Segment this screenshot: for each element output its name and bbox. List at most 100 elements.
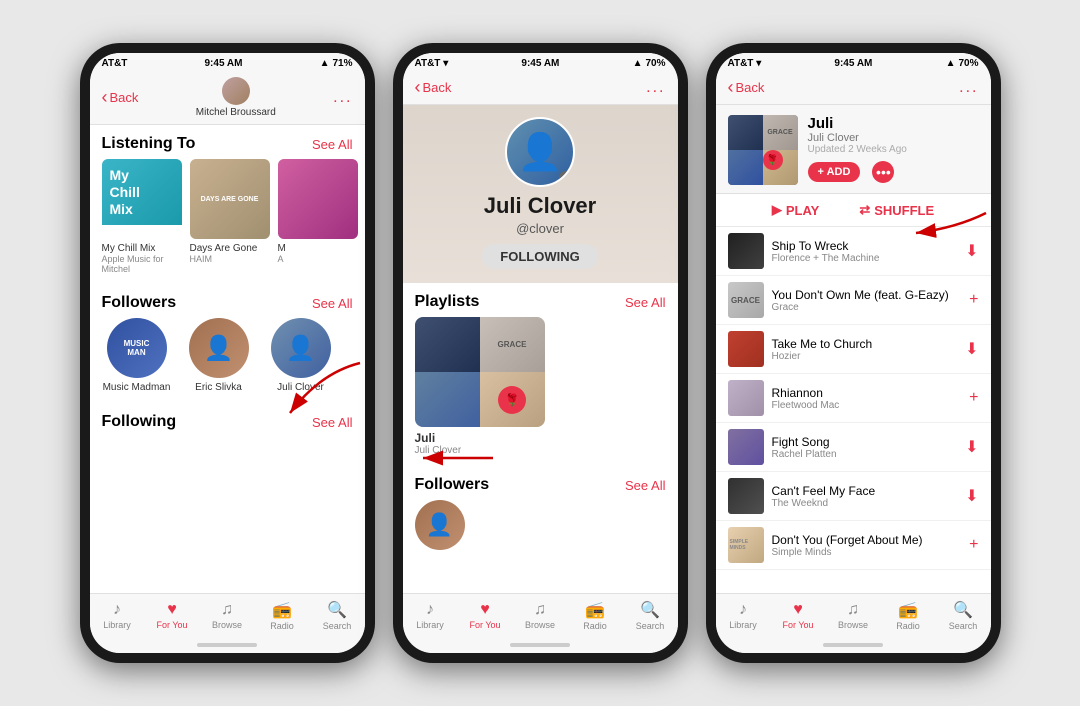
more-button-3[interactable]: ... bbox=[959, 79, 978, 97]
tab-library-2[interactable]: ♪ Library bbox=[403, 601, 458, 630]
followers-see-all[interactable]: See All bbox=[312, 296, 352, 311]
browse-icon-1: ♫ bbox=[221, 601, 233, 619]
album-item-chill[interactable]: MyChillMix My Chill Mix Apple Music for … bbox=[102, 159, 182, 274]
tab-radio-2[interactable]: 📻 Radio bbox=[568, 600, 623, 631]
track-action-2[interactable]: + bbox=[969, 291, 978, 309]
listening-to-label: Listening To bbox=[102, 135, 196, 153]
track-name-6: Can't Feel My Face bbox=[772, 484, 958, 498]
carrier-2: AT&T ▾ bbox=[415, 58, 449, 69]
track-item-7[interactable]: SIMPLE MINDS Don't You (Forget About Me)… bbox=[716, 521, 991, 570]
nav-bar-3: Back ... bbox=[716, 73, 991, 105]
listening-to-see-all[interactable]: See All bbox=[312, 137, 352, 152]
album-artist-3: A bbox=[278, 254, 358, 264]
album-artist-chill: Apple Music for Mitchel bbox=[102, 254, 182, 274]
p3t4: 🌹 bbox=[763, 150, 798, 185]
album-art-chill: MyChillMix bbox=[102, 159, 182, 239]
track-item-6[interactable]: Can't Feel My Face The Weeknd ⬇ bbox=[716, 472, 991, 521]
browse-icon-3: ♫ bbox=[847, 601, 859, 619]
following-button-2[interactable]: FOLLOWING bbox=[482, 244, 597, 269]
track-action-4[interactable]: + bbox=[969, 389, 978, 407]
tab-library-1[interactable]: ♪ Library bbox=[90, 601, 145, 630]
track-item-1[interactable]: Ship To Wreck Florence + The Machine ⬇ bbox=[716, 227, 991, 276]
followers-see-all-2[interactable]: See All bbox=[625, 478, 665, 493]
tab-foryou-3[interactable]: ♥ For You bbox=[771, 601, 826, 630]
pc3 bbox=[415, 372, 480, 427]
album-item-haim[interactable]: DAYS ARE GONE Days Are Gone HAIM bbox=[190, 159, 270, 274]
phone-1: AT&T 9:45 AM ▲ 71% Back Mitchel Broussar… bbox=[80, 43, 375, 663]
back-button-1[interactable]: Back bbox=[102, 87, 139, 108]
fleetwood-logo: 🌹 bbox=[498, 386, 526, 414]
album-art-3 bbox=[278, 159, 358, 239]
track-artist-3: Hozier bbox=[772, 351, 958, 362]
track-item-4[interactable]: Rhiannon Fleetwood Mac + bbox=[716, 374, 991, 423]
follower-juli[interactable]: 👤 Juli Clover bbox=[266, 318, 336, 393]
track-thumb-2: GRACE bbox=[728, 282, 764, 318]
play-button-3[interactable]: ▶ PLAY bbox=[772, 202, 819, 218]
follower-eric[interactable]: 👤 Eric Slivka bbox=[184, 318, 254, 393]
add-button-3[interactable]: + ADD bbox=[808, 162, 861, 182]
profile-hero-2: 👤 🔒 Juli Clover @clover FOLLOWING bbox=[403, 105, 678, 283]
track-name-3: Take Me to Church bbox=[772, 337, 958, 351]
playlist-updated-3: Updated 2 Weeks Ago bbox=[808, 144, 979, 155]
status-bar-1: AT&T 9:45 AM ▲ 71% bbox=[90, 53, 365, 73]
tab-browse-1[interactable]: ♫ Browse bbox=[200, 601, 255, 630]
radio-label-3: Radio bbox=[896, 621, 920, 631]
tab-foryou-1[interactable]: ♥ For You bbox=[145, 601, 200, 630]
tab-browse-2[interactable]: ♫ Browse bbox=[513, 601, 568, 630]
back-button-3[interactable]: Back bbox=[728, 77, 765, 98]
back-button-2[interactable]: Back bbox=[415, 77, 452, 98]
track-item-5[interactable]: Fight Song Rachel Platten ⬇ bbox=[716, 423, 991, 472]
tab-radio-3[interactable]: 📻 Radio bbox=[881, 600, 936, 631]
track-name-4: Rhiannon bbox=[772, 386, 962, 400]
shuffle-button-3[interactable]: ⇄ SHUFFLE bbox=[859, 202, 934, 218]
wifi-icon-3: ▲ bbox=[946, 58, 956, 69]
profile-handle-2: @clover bbox=[516, 221, 564, 236]
more-button-1[interactable]: ... bbox=[333, 89, 352, 107]
playlist-card-juli[interactable]: GRACE 🌹 bbox=[415, 317, 545, 427]
tab-library-3[interactable]: ♪ Library bbox=[716, 601, 771, 630]
track-item-2[interactable]: GRACE You Don't Own Me (feat. G-Eazy) Gr… bbox=[716, 276, 991, 325]
search-label-1: Search bbox=[323, 621, 352, 631]
track-action-1[interactable]: ⬇ bbox=[965, 241, 978, 261]
track-action-5[interactable]: ⬇ bbox=[965, 437, 978, 457]
more-button-2[interactable]: ... bbox=[646, 79, 665, 97]
tab-search-2[interactable]: 🔍 Search bbox=[623, 600, 678, 631]
tab-search-1[interactable]: 🔍 Search bbox=[310, 600, 365, 631]
home-bar-2 bbox=[510, 643, 570, 647]
foryou-icon-3: ♥ bbox=[793, 601, 803, 619]
status-right-3: ▲ 70% bbox=[946, 58, 979, 69]
library-icon-1: ♪ bbox=[113, 601, 121, 619]
track-info-7: Don't You (Forget About Me) Simple Minds bbox=[772, 533, 962, 558]
track-action-6[interactable]: ⬇ bbox=[965, 486, 978, 506]
tab-radio-1[interactable]: 📻 Radio bbox=[255, 600, 310, 631]
followers-header: Followers See All bbox=[90, 284, 365, 318]
phone-2-shell: AT&T ▾ 9:45 AM ▲ 70% Back ... 👤 🔒 bbox=[393, 43, 688, 663]
tab-browse-3[interactable]: ♫ Browse bbox=[826, 601, 881, 630]
playlist-more-button-3[interactable]: ••• bbox=[872, 161, 894, 183]
nav-bar-1: Back Mitchel Broussard ... bbox=[90, 73, 365, 125]
followers-header-2: Followers See All bbox=[403, 466, 678, 500]
track-action-7[interactable]: + bbox=[969, 536, 978, 554]
followers-label-2: Followers bbox=[415, 476, 490, 494]
track-thumb-1 bbox=[728, 233, 764, 269]
radio-icon-1: 📻 bbox=[272, 600, 292, 620]
nav-avatar-1 bbox=[222, 77, 250, 105]
following-see-all[interactable]: See All bbox=[312, 415, 352, 430]
home-indicator-2 bbox=[403, 637, 678, 653]
album-item-3[interactable]: M A bbox=[278, 159, 358, 274]
battery-2: 70% bbox=[645, 58, 665, 69]
follower-name-eric: Eric Slivka bbox=[195, 382, 242, 393]
following-header: Following See All bbox=[90, 403, 365, 437]
track-item-3[interactable]: Take Me to Church Hozier ⬇ bbox=[716, 325, 991, 374]
track-action-3[interactable]: ⬇ bbox=[965, 339, 978, 359]
album-name-chill: My Chill Mix bbox=[102, 243, 182, 254]
tab-foryou-2[interactable]: ♥ For You bbox=[458, 601, 513, 630]
phone-2-screen: AT&T ▾ 9:45 AM ▲ 70% Back ... 👤 🔒 bbox=[403, 53, 678, 653]
follower-music-madman[interactable]: MUSICMAN Music Madman bbox=[102, 318, 172, 393]
profile-name-2: Juli Clover bbox=[484, 193, 596, 219]
tab-search-3[interactable]: 🔍 Search bbox=[936, 600, 991, 631]
playlists-see-all[interactable]: See All bbox=[625, 295, 665, 310]
album-artist-haim: HAIM bbox=[190, 254, 270, 264]
playlist-actions-3: + ADD ••• bbox=[808, 161, 979, 183]
track-thumb-4 bbox=[728, 380, 764, 416]
